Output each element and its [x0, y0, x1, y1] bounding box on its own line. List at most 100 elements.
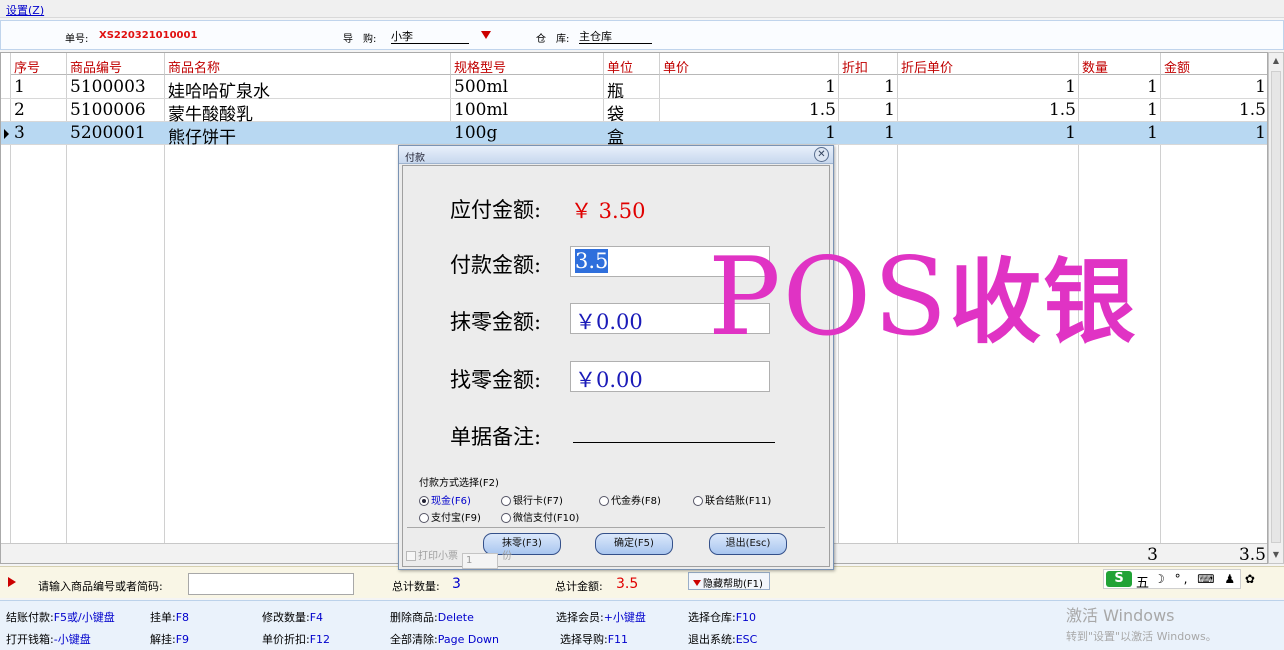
cell-amount: 1.5 [1238, 100, 1266, 120]
cell-qty: 1 [1147, 123, 1158, 143]
payment-method-title: 付款方式选择(F2) [419, 478, 499, 489]
pos-watermark-cjk: 收银 [949, 249, 1138, 356]
change-field[interactable]: ￥0.00 [570, 361, 770, 392]
product-code-input[interactable] [188, 573, 354, 595]
menu-settings[interactable]: 设置(Z) [6, 2, 44, 18]
cell-spec: 500ml [454, 77, 509, 97]
fkey-price-discount: 单价折扣:F12 [262, 633, 331, 646]
cell-name: 娃哈哈矿泉水 [168, 82, 270, 99]
cell-code: 5100003 [70, 77, 146, 97]
guide-field[interactable]: 小李 [391, 28, 469, 44]
product-code-prompt: 请输入商品编号或者简码: [38, 580, 163, 593]
total-qty-value: 3 [452, 576, 461, 592]
current-row-marker-icon [4, 129, 9, 139]
pos-watermark-latin: POS [708, 235, 950, 360]
cell-no: 2 [14, 100, 25, 120]
amount-due-value: ￥ 3.50 [571, 199, 646, 223]
col-header-no[interactable]: 序号 [11, 53, 67, 75]
scroll-down-icon[interactable]: ▼ [1270, 548, 1282, 562]
fkey-checkout: 结账付款:F5或/小键盘 [6, 611, 115, 624]
payment-method-combined[interactable]: 联合结账(F11) [693, 492, 771, 507]
col-header-qty[interactable]: 数量 [1079, 53, 1161, 75]
cell-qty: 1 [1147, 100, 1158, 120]
col-header-price[interactable]: 单价 [660, 53, 839, 75]
cell-price: 1 [825, 123, 836, 143]
table-row[interactable]: 2 5100006 蒙牛酸酸乳 100ml 袋 1.5 1 1.5 1 1.5 [1, 99, 1267, 122]
guide-dropdown-arrow-icon[interactable] [481, 31, 491, 39]
fkey-clear-all: 全部清除:Page Down [390, 633, 500, 646]
table-row[interactable]: 1 5100003 娃哈哈矿泉水 500ml 瓶 1 1 1 1 1 [1, 76, 1267, 99]
scroll-up-icon[interactable]: ▲ [1270, 54, 1282, 68]
cell-disc-price: 1 [1065, 123, 1076, 143]
table-row-selected[interactable]: 3 5200001 熊仔饼干 100g 盒 1 1 1 1 1 [1, 122, 1267, 145]
exit-button[interactable]: 退出(Esc) [709, 533, 787, 555]
fkey-cash-drawer: 打开钱箱:-小键盘 [6, 633, 91, 646]
payment-dialog-titlebar[interactable]: 付款 ✕ [399, 146, 833, 164]
payment-method-wechat[interactable]: 微信支付(F10) [501, 509, 579, 524]
col-header-name[interactable]: 商品名称 [165, 53, 451, 75]
payment-amount-selected-text: 3.5 [575, 249, 609, 273]
scrollbar-thumb[interactable] [1271, 71, 1281, 543]
warehouse-field[interactable]: 主仓库 [579, 28, 652, 44]
cell-code: 5200001 [70, 123, 146, 143]
print-receipt-checkbox[interactable] [406, 551, 416, 561]
remark-label: 单据备注: [450, 425, 542, 449]
col-header-discount[interactable]: 折扣 [839, 53, 898, 75]
hide-help-button[interactable]: 隐藏帮助(F1) [688, 572, 770, 590]
change-label: 找零金额: [450, 368, 542, 392]
cell-discount: 1 [884, 123, 895, 143]
bill-no-value: XS220321010001 [99, 30, 198, 41]
fkey-member: 选择会员:+小键盘 [556, 611, 646, 624]
fkey-warehouse: 选择仓库:F10 [688, 611, 757, 624]
ime-toolbar[interactable]: S 五 ☽ °, ⌨ ♟ ✿ [1103, 569, 1255, 591]
amount-due-label: 应付金额: [450, 198, 542, 222]
bill-no-label: 单号: [65, 34, 89, 45]
remark-input[interactable] [573, 442, 775, 443]
fkey-unhold: 解挂:F9 [150, 633, 190, 646]
payment-method-bank-card[interactable]: 银行卡(F7) [501, 492, 563, 507]
order-header: 单号: XS220321010001 导 购: 小李 仓 库: 主仓库 [0, 20, 1284, 50]
total-amount-value: 3.5 [616, 576, 639, 592]
windows-activation-notice: 激活 Windows 转到"设置"以激活 Windows。 [1066, 602, 1217, 644]
col-header-code[interactable]: 商品编号 [67, 53, 165, 75]
hide-help-label: 隐藏帮助(F1) [703, 579, 763, 590]
print-copies-stepper[interactable]: 1 [462, 553, 498, 569]
col-header-spec[interactable]: 规格型号 [451, 53, 604, 75]
col-header-disc-price[interactable]: 折后单价 [898, 53, 1079, 75]
cell-unit: 袋 [607, 105, 624, 122]
ime-mode-indicator[interactable]: 五 [1136, 572, 1149, 591]
print-receipt-option[interactable]: 打印小票 1 份 [406, 547, 512, 569]
cell-spec: 100ml [454, 100, 509, 120]
payment-method-voucher[interactable]: 代金券(F8) [599, 492, 661, 507]
summary-qty: 3 [1147, 545, 1158, 564]
cell-no: 3 [14, 123, 25, 143]
pos-watermark: POS收银 [708, 228, 1137, 361]
col-header-amount[interactable]: 金额 [1161, 53, 1267, 75]
cell-spec: 100g [454, 123, 498, 143]
cell-disc-price: 1.5 [1048, 100, 1076, 120]
cell-amount: 1 [1255, 123, 1266, 143]
grid-vertical-scrollbar[interactable]: ▲ ▼ [1268, 52, 1284, 564]
ime-tool-icons[interactable]: ☽ °, ⌨ ♟ ✿ [1154, 572, 1258, 586]
payment-dialog-body: 应付金额: ￥ 3.50 付款金额: 3.5 抹零金额: ￥0.00 找零金额:… [402, 165, 830, 567]
total-amount-label: 总计金额: [555, 580, 603, 593]
cell-discount: 1 [884, 77, 895, 97]
confirm-button[interactable]: 确定(F5) [595, 533, 673, 555]
cell-price: 1 [825, 77, 836, 97]
fkey-hold: 挂单:F8 [150, 611, 190, 624]
input-bar: 请输入商品编号或者简码: 总计数量: 3 总计金额: 3.5 隐藏帮助(F1) [0, 566, 1284, 598]
print-copies-unit: 份 [502, 551, 512, 562]
col-header-unit[interactable]: 单位 [604, 53, 660, 75]
cell-name: 蒙牛酸酸乳 [168, 105, 253, 122]
total-qty-label: 总计数量: [392, 580, 440, 593]
radio-icon [693, 496, 703, 506]
payment-amount-label: 付款金额: [450, 253, 542, 277]
print-receipt-label: 打印小票 [418, 551, 458, 562]
cell-price: 1.5 [808, 100, 836, 120]
close-icon[interactable]: ✕ [814, 147, 829, 162]
payment-method-cash[interactable]: 现金(F6) [419, 492, 471, 507]
sogou-logo-icon: S [1106, 571, 1132, 587]
payment-method-alipay[interactable]: 支付宝(F9) [419, 509, 481, 524]
fkey-guide: 选择导购:F11 [560, 633, 629, 646]
radio-icon [501, 513, 511, 523]
